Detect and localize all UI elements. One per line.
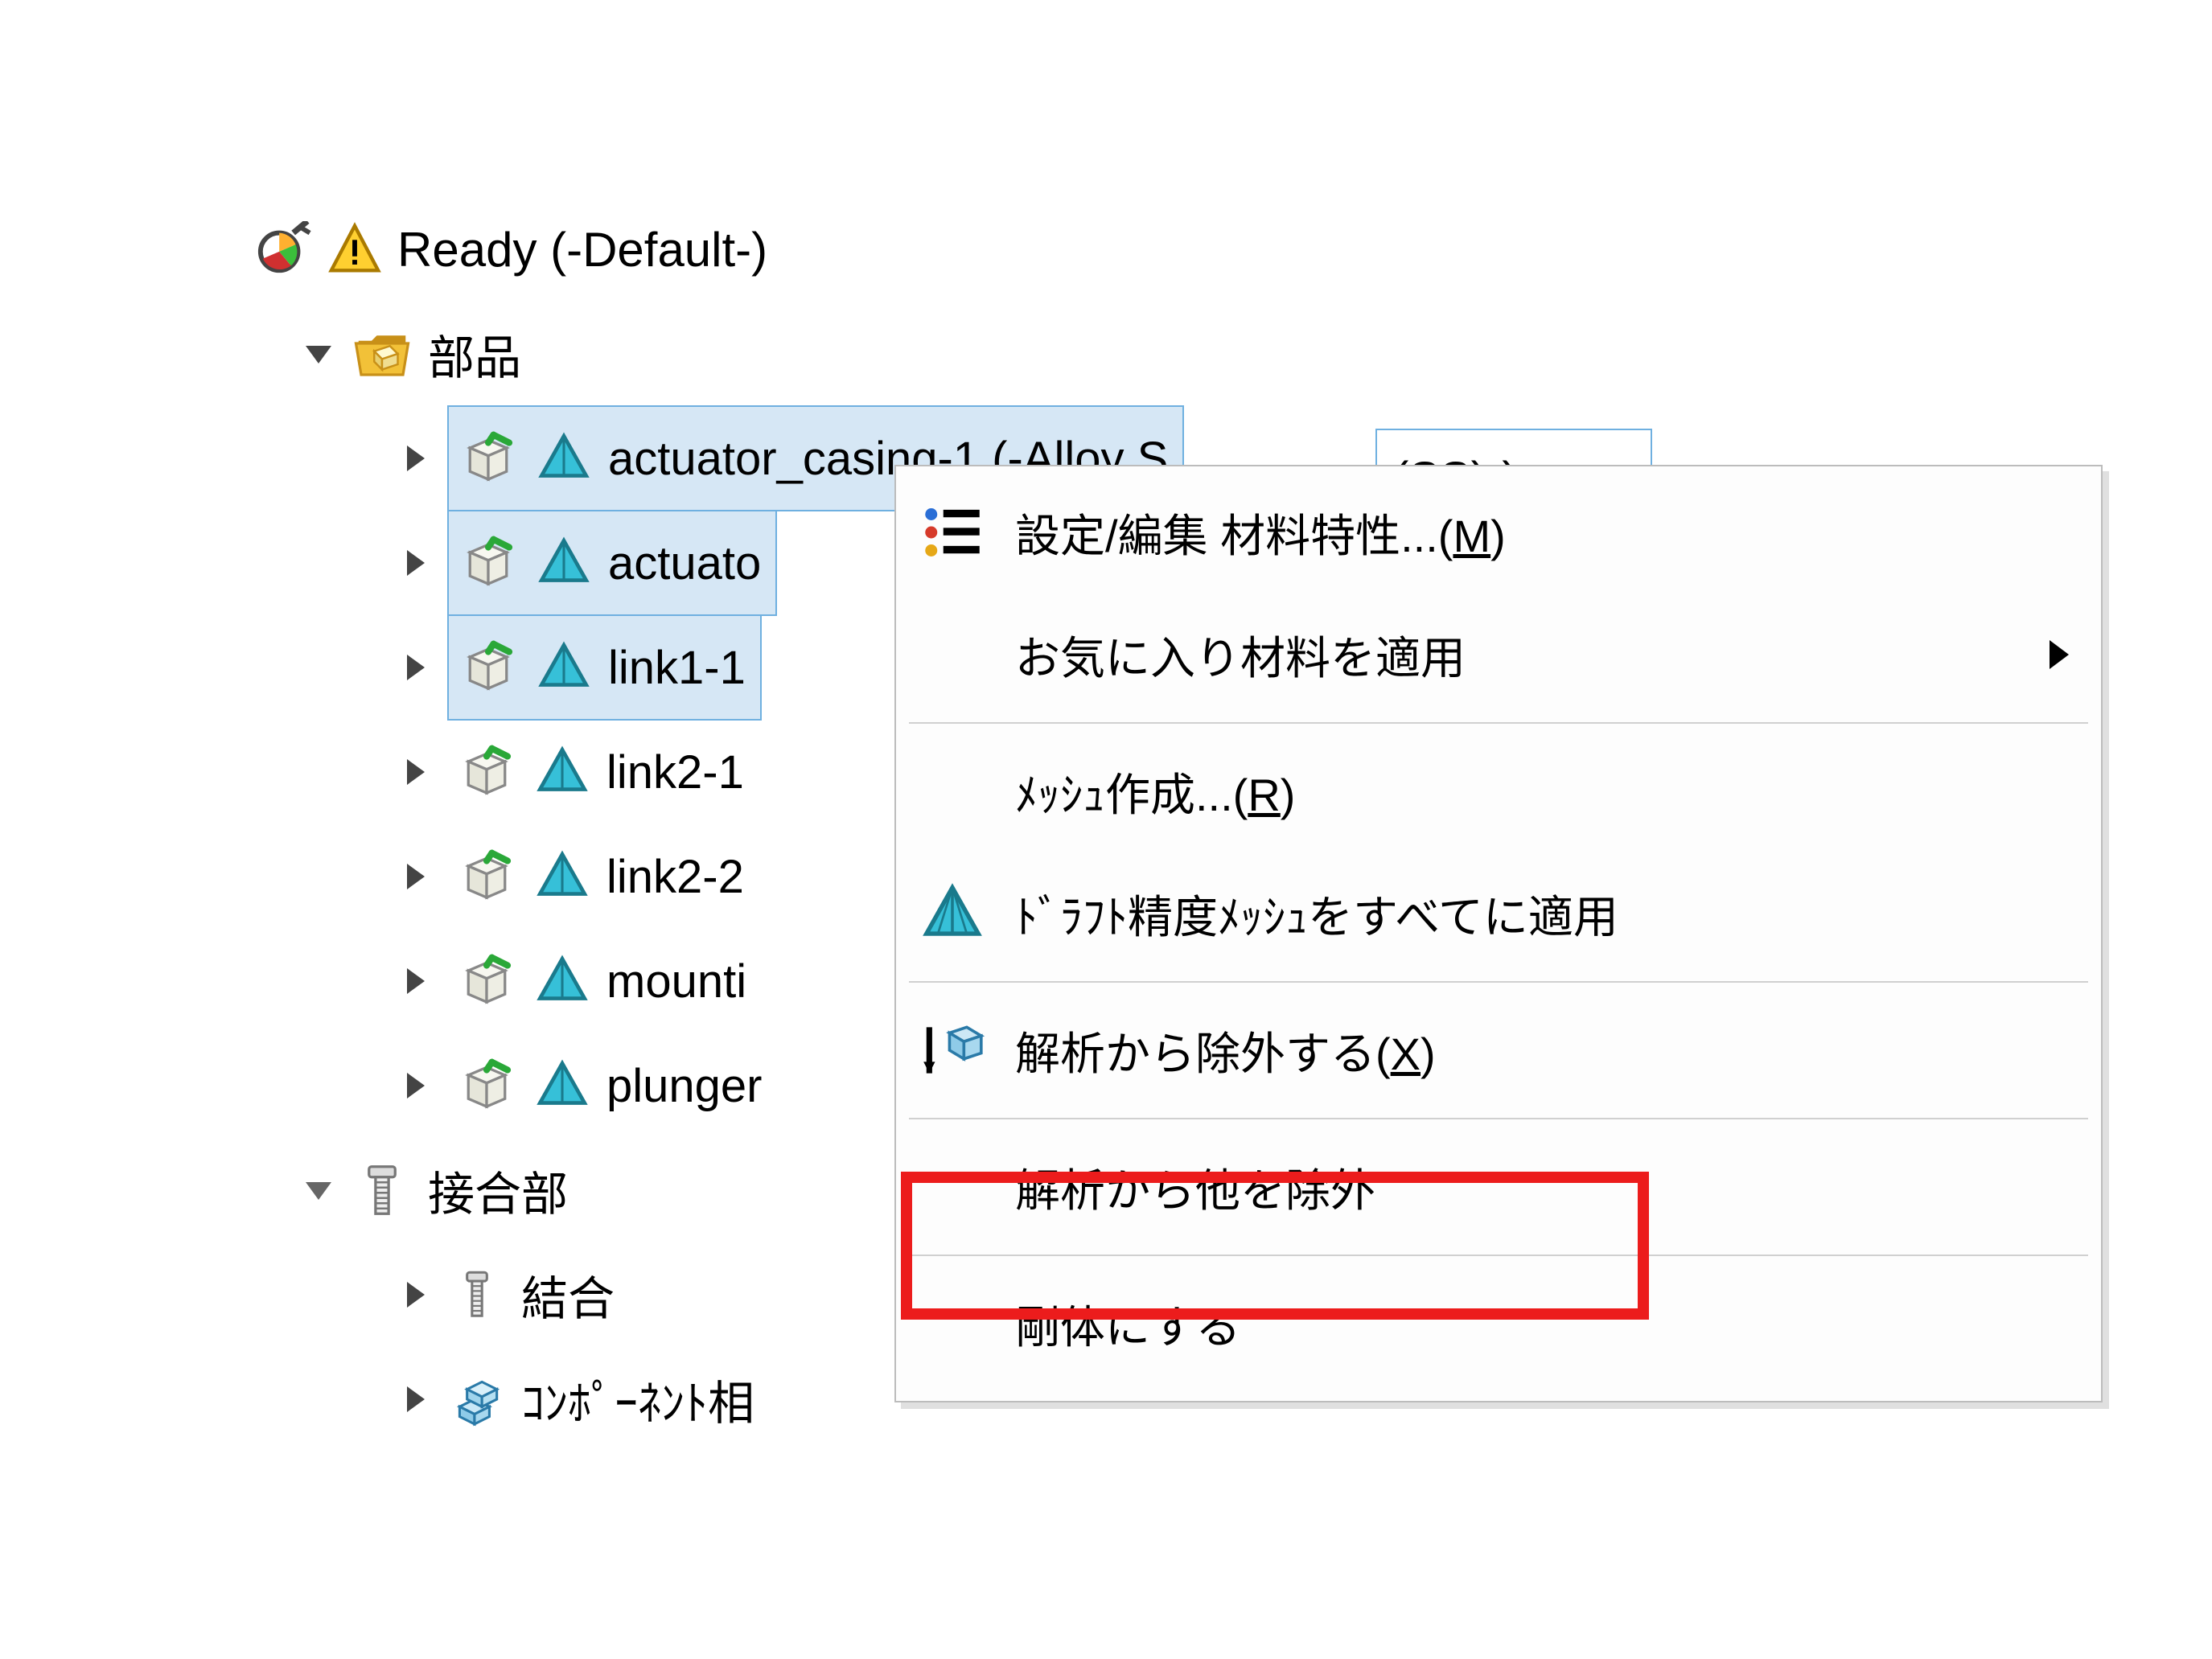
expand-caret-icon[interactable] bbox=[401, 756, 433, 788]
menu-create-mesh[interactable]: ﾒｯｼｭ作成...(R) bbox=[896, 730, 2101, 852]
expand-caret-icon[interactable] bbox=[401, 1383, 433, 1415]
expand-caret-icon[interactable] bbox=[401, 965, 433, 997]
tetra-mesh-icon bbox=[532, 742, 592, 802]
solid-body-icon bbox=[457, 636, 520, 699]
expand-caret-icon[interactable] bbox=[304, 338, 336, 370]
expand-caret-icon[interactable] bbox=[401, 860, 433, 893]
menu-apply-favorite-label: お気に入り材料を適用 bbox=[1015, 622, 2027, 688]
menu-exclude-label: 解析から除外する(X) bbox=[1015, 1018, 2069, 1083]
menu-draft-mesh-all[interactable]: ﾄﾞﾗﾌﾄ精度ﾒｯｼｭをすべてに適用 bbox=[896, 852, 2101, 975]
menu-separator bbox=[909, 981, 2088, 983]
list-icon bbox=[912, 492, 993, 573]
tetra-mesh-icon bbox=[912, 873, 993, 954]
component-contact-icon bbox=[447, 1369, 507, 1429]
solid-body-icon bbox=[457, 427, 520, 490]
tetra-mesh-icon bbox=[534, 533, 594, 593]
tree-root-label: Ready (-Default-) bbox=[397, 222, 767, 277]
tree-part-label: link1-1 bbox=[608, 641, 746, 695]
expand-caret-icon[interactable] bbox=[401, 651, 433, 684]
tetra-mesh-icon bbox=[532, 1056, 592, 1115]
expand-caret-icon[interactable] bbox=[304, 1174, 336, 1206]
tree-part-label: link2-1 bbox=[606, 745, 744, 799]
solid-body-icon bbox=[455, 1054, 518, 1117]
menu-separator bbox=[909, 1118, 2088, 1119]
warning-icon bbox=[327, 221, 383, 277]
solid-body-icon bbox=[455, 950, 518, 1012]
menu-edit-material[interactable]: 設定/編集 材料特性...(M) bbox=[896, 471, 2101, 593]
blank-icon bbox=[912, 751, 993, 832]
tree-parts-folder[interactable]: 部品 bbox=[241, 302, 1184, 406]
blank-icon bbox=[912, 614, 993, 695]
tree-parts-label: 部品 bbox=[428, 320, 521, 388]
study-icon bbox=[256, 221, 312, 277]
tree-part-label: mounti bbox=[606, 955, 746, 1008]
menu-separator bbox=[909, 722, 2088, 724]
tree-joints-label: 接合部 bbox=[428, 1156, 568, 1224]
tetra-mesh-icon bbox=[534, 638, 594, 697]
tetra-mesh-icon bbox=[534, 429, 594, 488]
tetra-mesh-icon bbox=[532, 951, 592, 1011]
parts-folder-icon bbox=[351, 322, 413, 385]
bolt-icon bbox=[351, 1159, 413, 1222]
tree-part-label: link2-2 bbox=[606, 850, 744, 904]
tetra-mesh-icon bbox=[532, 847, 592, 906]
solid-body-icon bbox=[457, 532, 520, 594]
expand-caret-icon[interactable] bbox=[401, 547, 433, 579]
menu-create-mesh-label: ﾒｯｼｭ作成...(R) bbox=[1015, 759, 2069, 824]
bolt-small-icon bbox=[447, 1265, 507, 1324]
expand-caret-icon[interactable] bbox=[401, 1070, 433, 1102]
submenu-arrow-icon bbox=[2050, 640, 2069, 669]
tree-joint-component-label: ｺﾝﾎﾟｰﾈﾝﾄ相 bbox=[521, 1365, 754, 1433]
expand-caret-icon[interactable] bbox=[401, 442, 433, 474]
tree-part-label: actuato bbox=[608, 536, 761, 590]
menu-edit-material-label: 設定/編集 材料特性...(M) bbox=[1015, 500, 2069, 565]
tree-root-row[interactable]: Ready (-Default-) bbox=[241, 197, 1184, 302]
exclude-icon bbox=[912, 1010, 993, 1090]
menu-exclude-from-analysis[interactable]: 解析から除外する(X) bbox=[896, 989, 2101, 1111]
solid-body-icon bbox=[455, 741, 518, 803]
annotation-highlight bbox=[901, 1172, 1649, 1320]
solid-body-icon bbox=[455, 845, 518, 908]
expand-caret-icon[interactable] bbox=[401, 1279, 433, 1311]
menu-draft-mesh-all-label: ﾄﾞﾗﾌﾄ精度ﾒｯｼｭをすべてに適用 bbox=[1015, 881, 2069, 947]
tree-joint-bonded-label: 結合 bbox=[521, 1261, 615, 1328]
menu-apply-favorite-material[interactable]: お気に入り材料を適用 bbox=[896, 593, 2101, 716]
tree-part-label: plunger bbox=[606, 1059, 762, 1113]
